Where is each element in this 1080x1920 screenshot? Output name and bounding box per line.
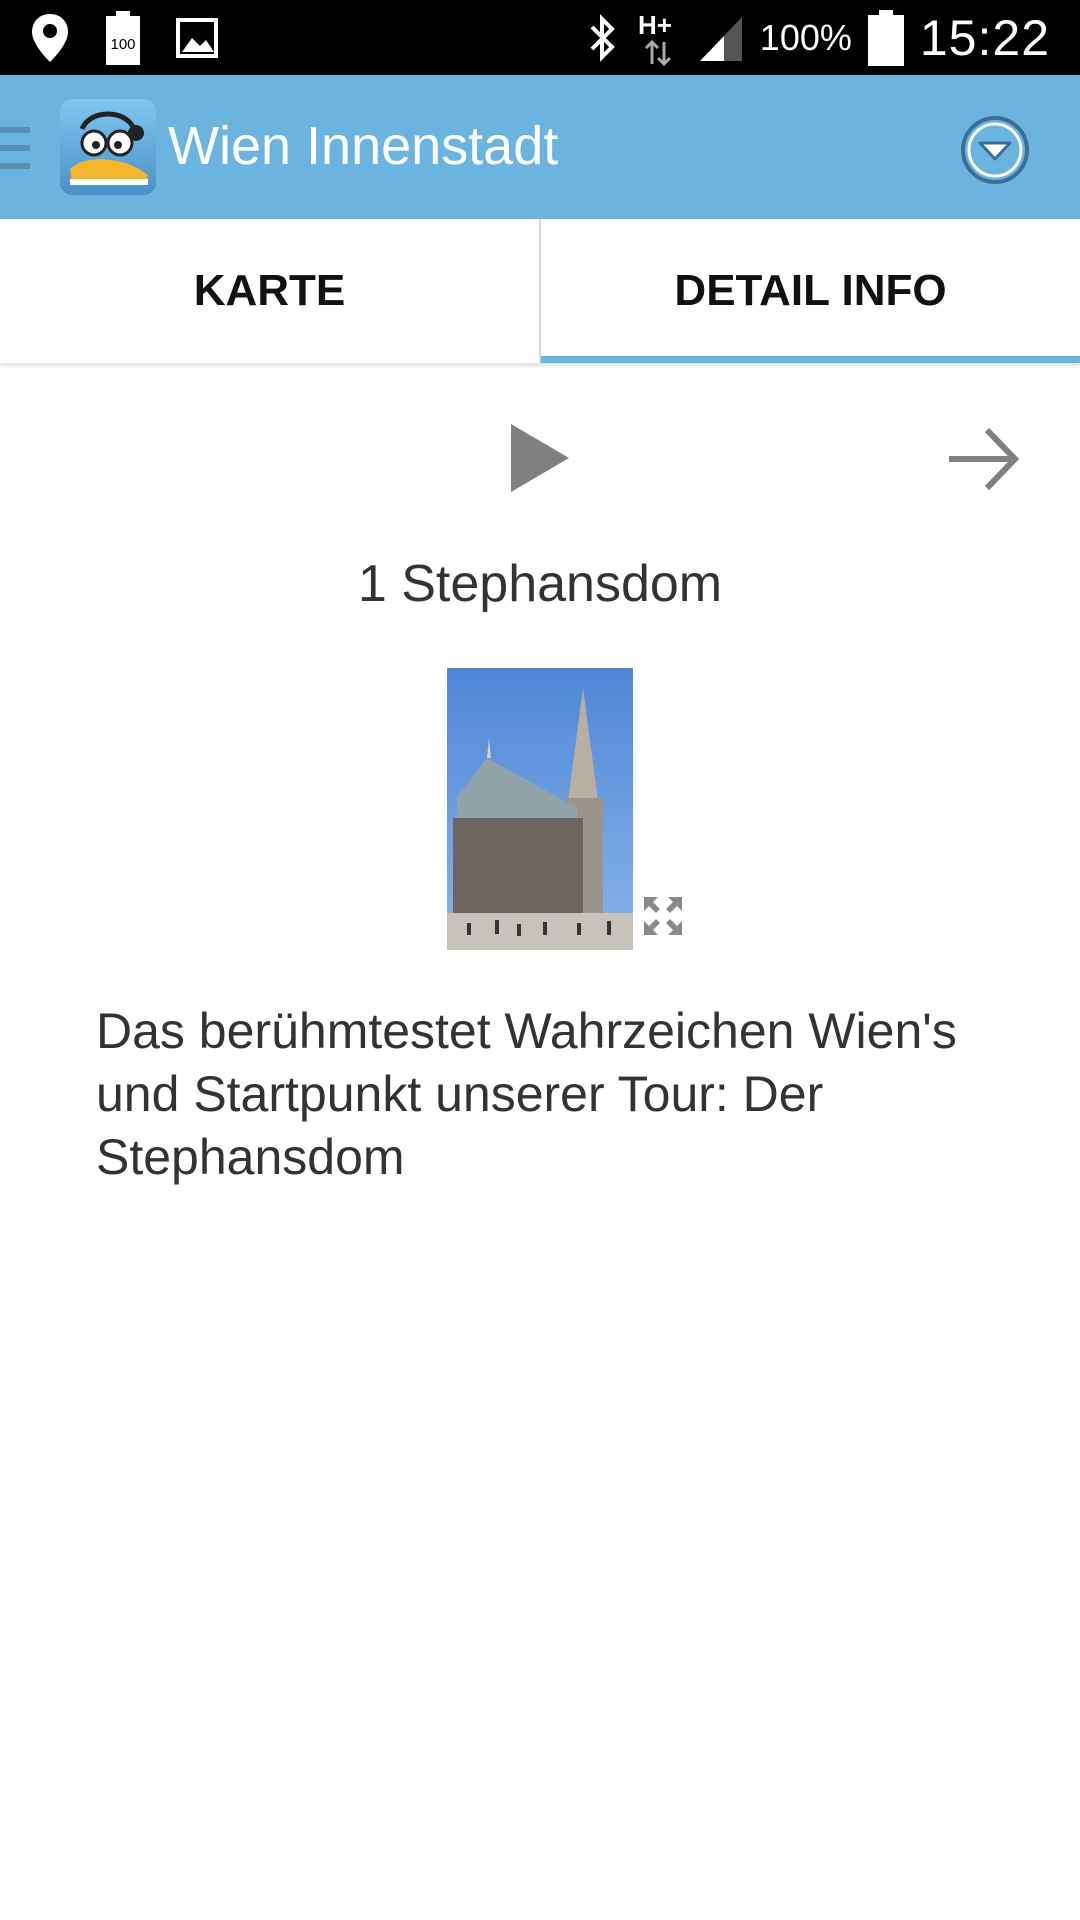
battery-percent: 100% (759, 17, 852, 58)
place-description: Das berühmtestet Wahrzeichen Wien's und … (96, 1003, 957, 1185)
app-title: Wien Innenstadt (168, 116, 559, 176)
app-logo[interactable] (60, 99, 156, 195)
battery-icon (867, 10, 904, 66)
next-button[interactable] (945, 424, 1021, 494)
status-bar-left: 100 (30, 10, 218, 65)
tab-detail-info[interactable]: DETAIL INFO (541, 219, 1080, 363)
bluetooth-icon (590, 14, 615, 62)
play-icon (511, 424, 569, 492)
selected-tab-indicator (541, 356, 1080, 363)
tab-karte[interactable]: KARTE (0, 219, 539, 363)
drawer-menu-icon[interactable] (0, 127, 30, 169)
status-bar: 100 H+ 100% 15:22 (0, 0, 1080, 75)
playback-controls (0, 420, 1080, 500)
stephansdom-photo[interactable] (447, 668, 633, 950)
gallery-icon (176, 17, 218, 58)
expand-image-button[interactable] (642, 895, 684, 937)
tab-bar: KARTE DETAIL INFO (0, 219, 1080, 363)
place-title: 1 Stephansdom (357, 555, 723, 613)
battery-saver-icon: 100 (106, 10, 140, 65)
dropdown-menu-button[interactable] (960, 115, 1030, 185)
status-bar-right: H+ 100% 15:22 (586, 8, 1050, 68)
chevron-down-circle-icon (961, 116, 1029, 184)
arrow-right-icon (949, 427, 1020, 491)
network-label: H+ (638, 10, 672, 40)
network-hplus-icon: H+ (638, 10, 672, 66)
sneaker-mascot-icon (70, 111, 148, 185)
fullscreen-icon (644, 897, 682, 935)
location-icon (32, 13, 68, 62)
battery-saver-label: 100 (110, 36, 135, 53)
signal-icon (699, 17, 742, 61)
play-button[interactable] (505, 420, 575, 496)
action-bar: Wien Innenstadt (0, 75, 1080, 219)
status-time: 15:22 (919, 10, 1050, 66)
